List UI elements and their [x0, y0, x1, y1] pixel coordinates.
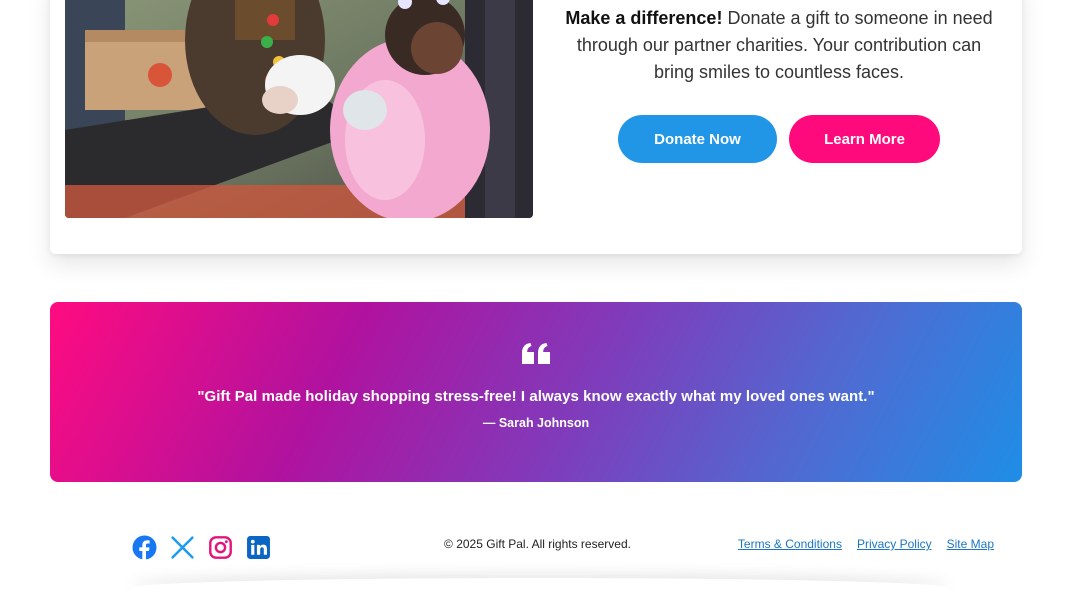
charity-photo: [65, 0, 533, 218]
footer-links: Terms & Conditions Privacy Policy Site M…: [738, 537, 994, 551]
footer-divider: [130, 578, 950, 590]
terms-link[interactable]: Terms & Conditions: [738, 537, 842, 551]
quote-icon: [522, 343, 550, 364]
learn-more-button[interactable]: Learn More: [789, 115, 940, 163]
donate-now-button[interactable]: Donate Now: [618, 115, 777, 163]
donation-scene-image: [65, 0, 533, 218]
testimonial-author: — Sarah Johnson: [482, 416, 590, 430]
sitemap-link[interactable]: Site Map: [947, 537, 994, 551]
pitch-headline: Make a difference!: [565, 8, 723, 28]
charity-actions: Donate Now Learn More: [618, 115, 940, 163]
charity-pitch: Make a difference! Donate a gift to some…: [560, 5, 998, 86]
testimonial-banner: "Gift Pal made holiday shopping stress-f…: [50, 302, 1022, 482]
charity-card: Make a difference! Donate a gift to some…: [50, 0, 1022, 254]
privacy-link[interactable]: Privacy Policy: [857, 537, 932, 551]
testimonial-quote: "Gift Pal made holiday shopping stress-f…: [197, 388, 875, 405]
